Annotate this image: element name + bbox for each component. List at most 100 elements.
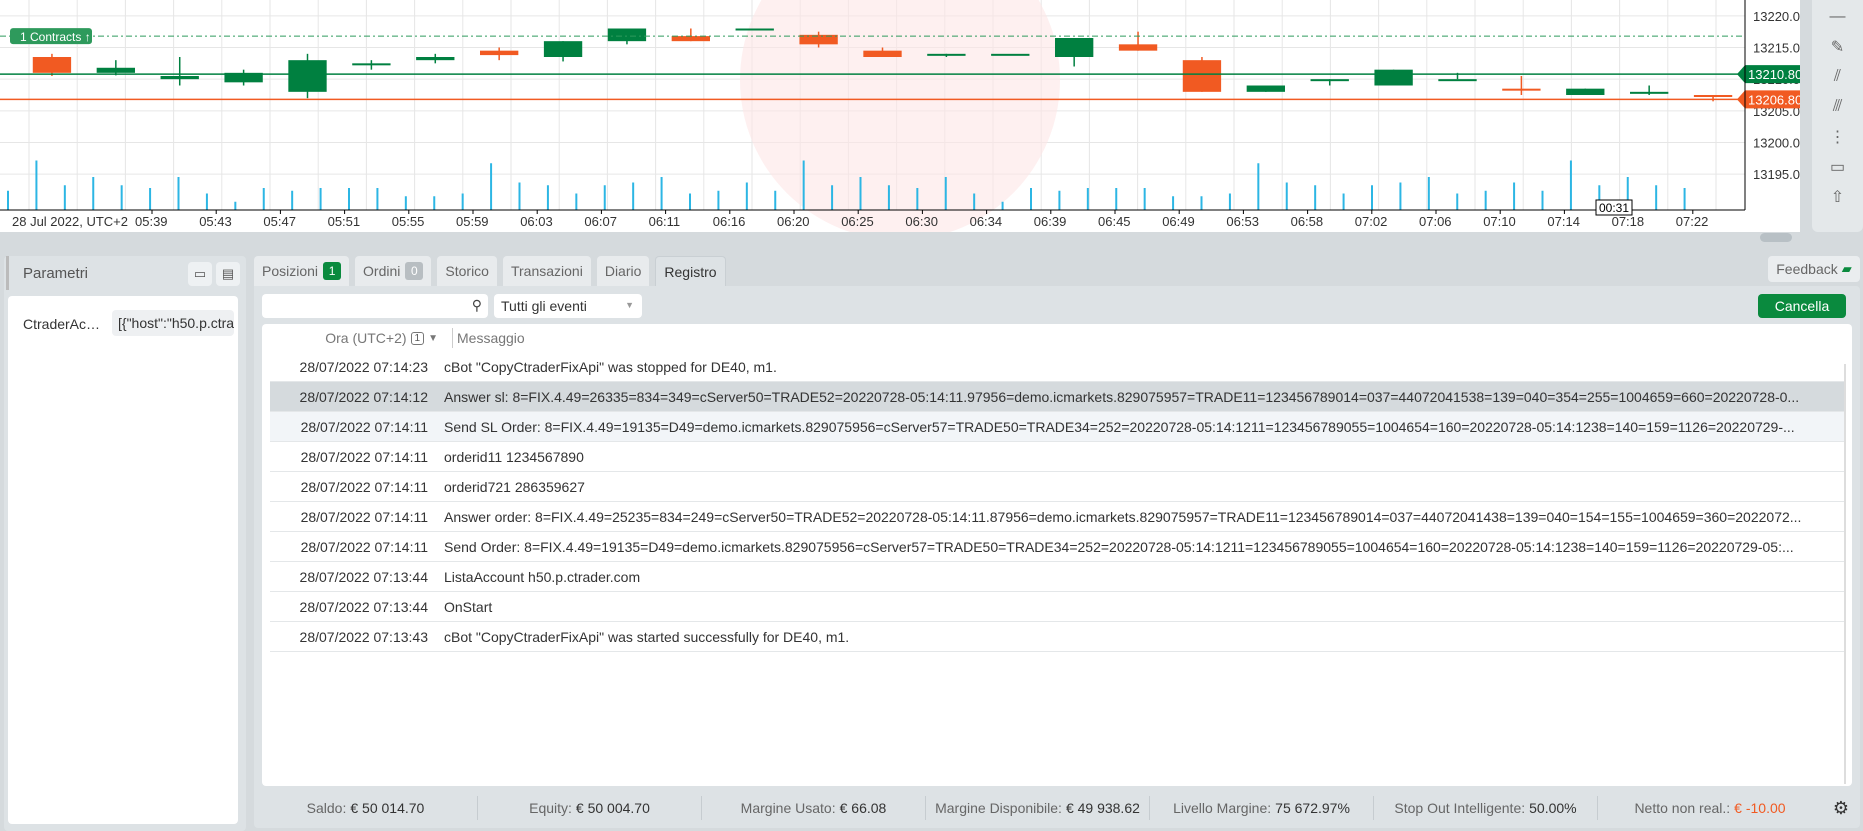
time-tick-label: 07:10 xyxy=(1483,214,1516,229)
time-tick-label: 06:03 xyxy=(520,214,553,229)
log-row[interactable]: 28/07/2022 07:14:11 orderid11 1234567890 xyxy=(270,442,1844,472)
price-chart[interactable]: 13220.013215.013210.013205.013200.013195… xyxy=(0,0,1800,232)
used-margin-value: € 66.08 xyxy=(839,800,887,816)
log-row[interactable]: 28/07/2022 07:14:11 Answer order: 8=FIX.4… xyxy=(270,502,1844,532)
message-column-header[interactable]: Messaggio xyxy=(452,328,1852,348)
time-tick-label: 06:07 xyxy=(584,214,617,229)
candle-body xyxy=(160,76,199,80)
parameters-title: Parametri xyxy=(23,264,89,282)
time-header-label: Ora (UTC+2) xyxy=(325,330,407,346)
chart-area[interactable]: 13220.013215.013210.013205.013200.013195… xyxy=(0,0,1800,232)
unrealized-pnl-value: € -10.00 xyxy=(1734,800,1786,816)
time-tick-label: 06:16 xyxy=(713,214,746,229)
settings-gear-icon[interactable]: ⚙ xyxy=(1822,798,1860,819)
equity-label: Equity: xyxy=(529,800,572,816)
candle-body xyxy=(1182,60,1222,92)
unrealized-pnl-stat: Netto non real.: € -10.00 xyxy=(1598,796,1822,820)
feedback-button[interactable]: Feedback ▰ xyxy=(1768,256,1860,282)
scrollbar-thumb[interactable] xyxy=(1760,233,1792,242)
tab-label: Diario xyxy=(604,263,642,279)
free-margin-value: € 49 938.62 xyxy=(1065,800,1140,816)
log-message: Answer sl: 8=FIX.4.49=26335=834=349=cSer… xyxy=(444,388,1800,405)
log-row[interactable]: 28/07/2022 07:13:43 cBot "CopyCtraderFixA… xyxy=(270,622,1844,652)
panel-tabs: Posizioni 1 Ordini 0 Storico Transazioni D… xyxy=(254,256,726,286)
search-input[interactable]: ⚲ xyxy=(262,294,488,318)
log-message: cBot "CopyCtraderFixApi" was started suc… xyxy=(444,628,850,645)
log-row[interactable]: 28/07/2022 07:14:11 Send SL Order: 8=FIX.… xyxy=(270,412,1844,442)
fibonacci-grid-icon[interactable]: ⋮ xyxy=(1823,124,1853,150)
log-panel: ⚲ Tutti gli eventi ▼ Cancella Ora (UTC+2)… xyxy=(254,286,1860,828)
search-icon: ⚲ xyxy=(471,297,482,313)
balance-stat: Saldo: € 50 014.70 xyxy=(254,796,478,820)
used-margin-stat: Margine Usato: € 66.08 xyxy=(702,796,926,820)
log-message: Send SL Order: 8=FIX.4.49=19135=D49=demo… xyxy=(444,418,1795,435)
rectangle-tool-icon[interactable]: ▭ xyxy=(1823,154,1853,180)
tab-history[interactable]: Storico xyxy=(437,256,497,286)
chart-horizontal-scrollbar[interactable] xyxy=(0,232,1800,244)
unrealized-pnl-label: Netto non real.: xyxy=(1634,800,1731,816)
feedback-label: Feedback xyxy=(1776,261,1838,277)
pitchfork-tool-icon[interactable]: ⫻ xyxy=(1823,94,1853,120)
log-message: orderid721 286359627 xyxy=(444,478,585,495)
log-row[interactable]: 28/07/2022 07:14:12 Answer sl: 8=FIX.4.49… xyxy=(270,382,1844,412)
candle-body xyxy=(1246,85,1285,92)
used-margin-label: Margine Usato: xyxy=(740,800,836,816)
tab-positions[interactable]: Posizioni 1 xyxy=(254,256,350,286)
candle-body xyxy=(991,53,1030,56)
time-tick-label: 05:51 xyxy=(328,214,361,229)
log-row[interactable]: 28/07/2022 07:14:23 cBot "CopyCtraderFixA… xyxy=(270,352,1844,382)
open-folder-icon[interactable]: ▭ xyxy=(188,262,212,286)
save-icon[interactable]: ▤ xyxy=(216,262,240,286)
log-row[interactable]: 28/07/2022 07:13:44 ListaAccount h50.p.ct… xyxy=(270,562,1844,592)
tab-transactions[interactable]: Transazioni xyxy=(502,256,591,286)
tab-label: Posizioni xyxy=(262,263,319,279)
candle-body xyxy=(32,57,72,73)
time-tick-label: 06:34 xyxy=(970,214,1003,229)
time-tick-label: 07:18 xyxy=(1612,214,1645,229)
clear-button[interactable]: Cancella xyxy=(1758,294,1846,318)
drawing-toolbar: — ✎ ⫽ ⫻ ⋮ ▭ ⇧ xyxy=(1812,0,1863,232)
param-value-input[interactable]: [{"host":"h50.p.ctrader.com"}] xyxy=(112,310,234,336)
log-row[interactable]: 28/07/2022 07:14:11 Send Order: 8=FIX.4.4… xyxy=(270,532,1844,562)
arrow-up-tool-icon[interactable]: ⇧ xyxy=(1823,184,1853,210)
tab-journal[interactable]: Diario xyxy=(596,256,650,286)
candle-body xyxy=(607,28,647,42)
event-filter-select[interactable]: Tutti gli eventi ▼ xyxy=(494,294,642,318)
candle-body xyxy=(1630,91,1669,94)
positions-count-badge: 1 xyxy=(323,262,342,280)
time-tick-label: 05:39 xyxy=(135,214,168,229)
log-row[interactable]: 28/07/2022 07:14:11 orderid721 286359627 xyxy=(270,472,1844,502)
log-vertical-scrollbar[interactable] xyxy=(1844,364,1846,784)
time-tick-label: 05:47 xyxy=(263,214,296,229)
tab-log[interactable]: Registro xyxy=(655,256,726,286)
log-message: ListaAccount h50.p.ctrader.com xyxy=(444,568,641,585)
param-name: CtraderAc… xyxy=(23,316,101,332)
log-table: Ora (UTC+2) 1 ▼ Messaggio 28/07/2022 07:14… xyxy=(262,324,1852,786)
stop-out-stat: Stop Out Intelligente: 50.00% xyxy=(1374,796,1598,820)
time-tick-label: 06:20 xyxy=(777,214,810,229)
candle-body xyxy=(416,57,455,61)
log-time: 28/07/2022 07:13:43 xyxy=(299,628,428,645)
tab-label: Ordini xyxy=(363,263,401,279)
stop-out-label: Stop Out Intelligente: xyxy=(1394,800,1526,816)
log-message: orderid11 1234567890 xyxy=(444,448,584,465)
candle-body xyxy=(1566,88,1605,95)
horizontal-line-tool-icon[interactable]: — xyxy=(1823,4,1853,30)
fibonacci-tool-icon[interactable]: ⫽ xyxy=(1823,64,1853,90)
log-time: 28/07/2022 07:14:11 xyxy=(300,448,428,465)
tab-orders[interactable]: Ordini 0 xyxy=(355,256,432,286)
log-message: Send Order: 8=FIX.4.49=19135=D49=demo.ic… xyxy=(444,538,1794,555)
time-tick-label: 05:59 xyxy=(456,214,489,229)
contracts-label: 1 Contracts ↑ xyxy=(20,30,91,44)
pencil-tool-icon[interactable]: ✎ xyxy=(1823,34,1853,60)
time-tick-label: 06:39 xyxy=(1034,214,1067,229)
time-tick-label: 06:45 xyxy=(1098,214,1131,229)
orders-count-badge: 0 xyxy=(405,262,424,280)
time-column-header[interactable]: Ora (UTC+2) 1 ▼ xyxy=(262,330,452,346)
candle-body xyxy=(480,50,519,56)
candle-body xyxy=(735,28,774,31)
account-status-bar: Saldo: € 50 014.70 Equity: € 50 004.70 Mar… xyxy=(254,790,1860,826)
log-row[interactable]: 28/07/2022 07:13:44 OnStart xyxy=(270,592,1844,622)
log-time: 28/07/2022 07:14:11 xyxy=(300,418,428,435)
candle-body xyxy=(1438,79,1477,82)
